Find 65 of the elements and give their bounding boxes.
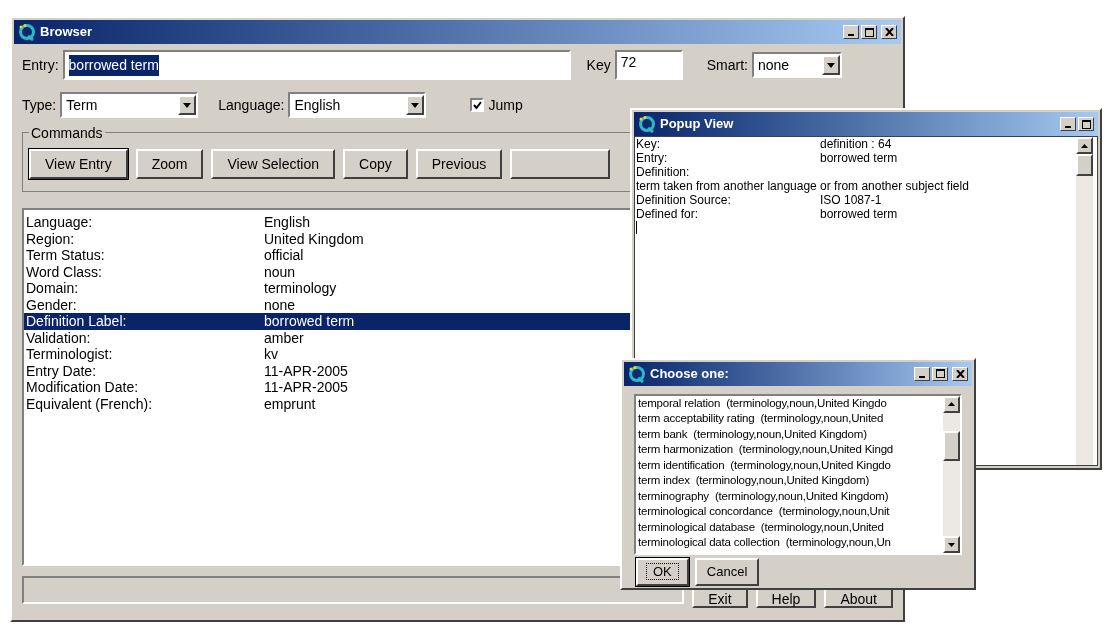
key-label: Key <box>586 55 611 75</box>
field-value: noun <box>264 264 296 279</box>
command-button[interactable]: Copy <box>343 149 408 179</box>
field-value: English <box>264 215 310 230</box>
window-title: Choose one: <box>650 365 730 384</box>
language-label: Language: <box>218 95 285 115</box>
choice-item[interactable]: terminological concordance (terminology,noun,Unit <box>638 504 943 520</box>
command-button[interactable]: Zoom <box>135 149 204 179</box>
jump-checkbox[interactable]: Jump <box>470 94 523 116</box>
choice-item[interactable]: term harmonization (terminology,noun,United Kingd <box>638 442 943 458</box>
choice-item[interactable]: temporal relation (terminology,noun,United Kingdo <box>638 395 943 412</box>
choice-item[interactable]: terminological data collection (terminology,noun,Un <box>638 535 943 551</box>
choice-item[interactable]: term acceptability rating (terminology,noun,United <box>638 411 943 427</box>
entry-field[interactable]: borrowed term <box>62 50 571 80</box>
dialog-button[interactable]: OK <box>636 558 689 586</box>
field-label: Region: <box>26 231 76 246</box>
entry-label: Entry: <box>22 55 59 75</box>
type-label: Type: <box>22 95 57 115</box>
field-value: kv <box>264 347 278 362</box>
field-value: amber <box>264 330 304 345</box>
command-button[interactable]: View Entry <box>29 149 128 179</box>
choice-item[interactable]: terminological database (terminology,noun,United <box>638 519 943 536</box>
field-label: Domain: <box>26 281 80 296</box>
window-title: Browser <box>40 23 94 42</box>
field-label: Term Status: <box>26 248 106 263</box>
popup-label: Definition Source: <box>636 193 732 207</box>
field-label: Modification Date: <box>26 380 140 395</box>
language-dropdown[interactable]: English <box>288 92 427 118</box>
choice-item[interactable]: terminography (terminology,noun,United Kingdom) <box>638 488 943 505</box>
field-label: Word Class: <box>26 264 103 279</box>
field-value: United Kingdom <box>264 231 364 246</box>
field-label: Validation: <box>26 330 92 345</box>
field-value: 11-APR-2005 <box>264 380 348 395</box>
command-button[interactable]: Previous <box>415 149 503 179</box>
popup-text: term taken from another language or from another subject field <box>636 179 969 193</box>
field-label: Terminologist: <box>26 347 114 362</box>
field-label: Equivalent (French): <box>26 396 154 411</box>
type-dropdown[interactable]: Term <box>60 92 199 118</box>
window-title: Popup View <box>660 115 735 134</box>
field-label: Definition Label: <box>26 314 128 329</box>
popup-label: Key: <box>636 137 661 151</box>
choice-item[interactable]: term index (terminology,noun,United Kingdom) <box>638 473 943 489</box>
field-label: Language: <box>26 215 94 230</box>
field-value: borrowed term <box>264 314 355 329</box>
field-value: official <box>264 248 304 263</box>
popup-value: borrowed term <box>820 207 898 221</box>
popup-value: ISO 1087-1 <box>820 193 882 207</box>
popup-text: Definition: <box>636 165 690 179</box>
smart-label: Smart: <box>706 55 748 75</box>
popup-value: definition : 64 <box>820 137 892 151</box>
choice-item[interactable]: term bank (terminology,noun,United Kingdom) <box>638 426 943 443</box>
choice-item[interactable]: term identification (terminology,noun,United Kingdo <box>638 457 943 474</box>
field-label: Gender: <box>26 297 78 312</box>
popup-value: borrowed term <box>820 151 898 165</box>
field-label: Entry Date: <box>26 363 98 378</box>
command-button[interactable]: View Selection <box>211 149 336 179</box>
field-value: terminology <box>264 281 337 296</box>
field-value: none <box>264 297 296 312</box>
popup-label: Defined for: <box>636 207 700 221</box>
dialog-button[interactable]: Cancel <box>694 558 760 586</box>
field-value: emprunt <box>264 396 316 411</box>
popup-label: Entry: <box>636 151 669 165</box>
key-field[interactable]: 72 <box>614 50 683 80</box>
smart-dropdown[interactable]: none <box>751 52 842 78</box>
field-value: 11-APR-2005 <box>264 363 348 378</box>
